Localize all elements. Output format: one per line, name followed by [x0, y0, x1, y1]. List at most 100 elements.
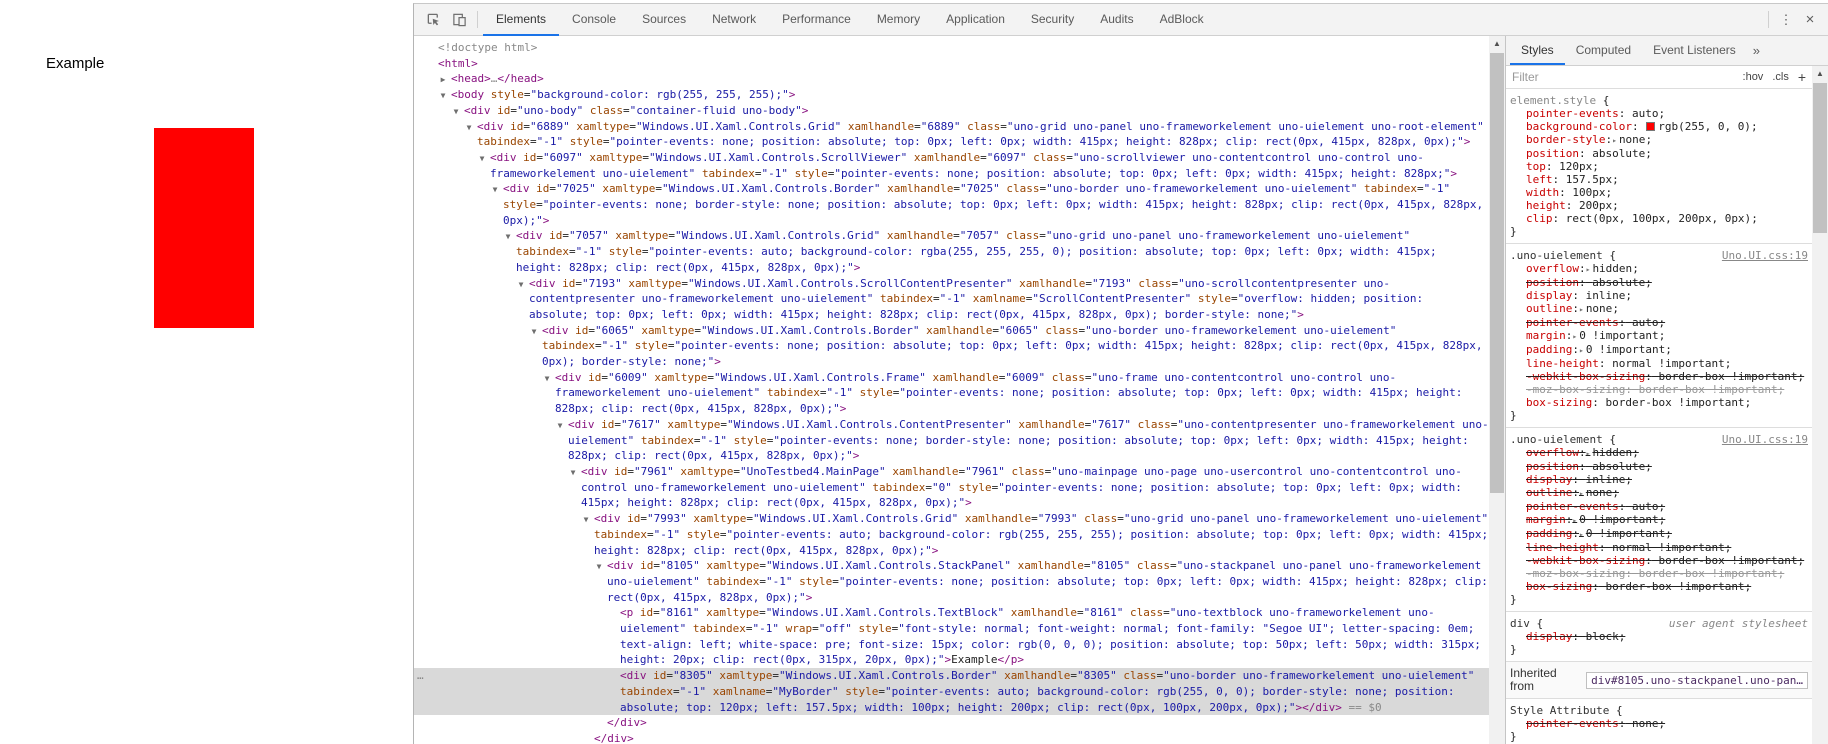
collapse-arrow-icon[interactable]: ▼ — [554, 418, 566, 434]
tab-network[interactable]: Network — [699, 4, 769, 36]
scroll-up-icon[interactable]: ▲ — [1812, 66, 1828, 81]
expand-arrow-icon[interactable]: ▶ — [437, 72, 449, 88]
dom-tree-node[interactable]: <div id="7057" xamltype="Windows.UI.Xaml… — [414, 228, 1489, 275]
dom-tree-node[interactable]: <div id="7961" xamltype="UnoTestbed4.Mai… — [414, 464, 1489, 511]
tab-application[interactable]: Application — [933, 4, 1018, 36]
dom-tree-node[interactable]: <head>…</head> ▶ — [414, 71, 1489, 87]
toggle-pseudo-state-button[interactable]: :hov — [1743, 71, 1764, 83]
collapse-arrow-icon[interactable]: ▼ — [541, 371, 553, 387]
dom-tree-node[interactable]: <div id="6009" xamltype="Windows.UI.Xaml… — [414, 370, 1489, 417]
tab-memory[interactable]: Memory — [864, 4, 933, 36]
tab-styles[interactable]: Styles — [1510, 36, 1565, 65]
node-options-dots-icon[interactable]: … — [417, 668, 425, 684]
scroll-up-icon[interactable]: ▲ — [1489, 36, 1505, 51]
expand-shorthand-icon[interactable]: ▸ — [1579, 305, 1584, 314]
css-property[interactable]: -moz-box-sizing: border-box !important; — [1510, 383, 1808, 396]
tab-adblock[interactable]: AdBlock — [1147, 4, 1217, 36]
dom-tree-node[interactable]: <div id="8105" xamltype="Windows.UI.Xaml… — [414, 558, 1489, 605]
expand-shorthand-icon[interactable]: ▸ — [1579, 346, 1584, 355]
collapse-arrow-icon[interactable]: ▼ — [593, 559, 605, 575]
device-toolbar-icon[interactable] — [446, 7, 472, 33]
inherited-node-link[interactable]: div#8105.uno-stackpanel.uno-pan… — [1586, 671, 1808, 689]
css-property[interactable]: pointer-events: auto; — [1510, 316, 1808, 329]
expand-shorthand-icon[interactable]: ▸ — [1579, 489, 1584, 498]
expand-shorthand-icon[interactable]: ▸ — [1579, 530, 1584, 539]
dom-tree-node[interactable]: <div id="7193" xamltype="Windows.UI.Xaml… — [414, 276, 1489, 323]
dom-tree-node[interactable]: <body style="background-color: rgb(255, … — [414, 87, 1489, 103]
tab-elements[interactable]: Elements — [483, 4, 560, 36]
css-property[interactable]: top: 120px; — [1510, 160, 1808, 173]
tab-event-listeners[interactable]: Event Listeners — [1642, 36, 1747, 65]
customize-menu-icon[interactable]: ⋮ — [1774, 8, 1798, 32]
css-property[interactable]: left: 157.5px; — [1510, 173, 1808, 186]
css-property[interactable]: line-height: normal !important; — [1510, 357, 1808, 370]
collapse-arrow-icon[interactable]: ▼ — [528, 324, 540, 340]
sidebar-more-tabs-icon[interactable]: » — [1747, 43, 1766, 58]
color-swatch[interactable] — [1646, 122, 1656, 131]
expand-shorthand-icon[interactable]: ▸ — [1572, 516, 1577, 525]
expand-shorthand-icon[interactable]: ▸ — [1586, 449, 1591, 458]
dom-tree-node-selected[interactable]: <div id="8305" xamltype="Windows.UI.Xaml… — [414, 668, 1489, 716]
css-property[interactable]: height: 200px; — [1510, 199, 1808, 212]
css-property[interactable]: overflow:▸ hidden; — [1510, 446, 1808, 460]
dom-tree-node[interactable]: <div id="7993" xamltype="Windows.UI.Xaml… — [414, 511, 1489, 558]
collapse-arrow-icon[interactable]: ▼ — [515, 277, 527, 293]
css-property[interactable]: pointer-events: auto; — [1510, 107, 1808, 120]
css-property[interactable]: display: inline; — [1510, 473, 1808, 486]
css-property[interactable]: pointer-events: auto; — [1510, 500, 1808, 513]
expand-shorthand-icon[interactable]: ▸ — [1572, 332, 1577, 341]
tab-sources[interactable]: Sources — [629, 4, 699, 36]
collapse-arrow-icon[interactable]: ▼ — [476, 151, 488, 167]
css-property[interactable]: position: absolute; — [1510, 276, 1808, 289]
dom-tree-node[interactable]: </div> — [414, 731, 1489, 744]
close-devtools-icon[interactable]: × — [1798, 8, 1822, 32]
styles-filter-input[interactable] — [1506, 66, 1688, 88]
css-property[interactable]: position: absolute; — [1510, 460, 1808, 473]
tab-performance[interactable]: Performance — [769, 4, 864, 36]
css-property[interactable]: position: absolute; — [1510, 147, 1808, 160]
dom-tree-node[interactable]: <div id="uno-body" class="container-flui… — [414, 103, 1489, 119]
expand-shorthand-icon[interactable]: ▸ — [1586, 265, 1591, 274]
collapse-arrow-icon[interactable]: ▼ — [489, 182, 501, 198]
elements-scrollbar[interactable]: ▲ — [1489, 36, 1505, 744]
dom-tree-node[interactable]: <div id="6097" xamltype="Windows.UI.Xaml… — [414, 150, 1489, 181]
dom-tree-node[interactable]: <div id="7025" xamltype="Windows.UI.Xaml… — [414, 181, 1489, 228]
css-property[interactable]: outline:▸ none; — [1510, 486, 1808, 500]
inspect-element-icon[interactable] — [420, 7, 446, 33]
dom-tree-node[interactable]: <p id="8161" xamltype="Windows.UI.Xaml.C… — [414, 605, 1489, 668]
css-property[interactable]: margin:▸ 0 !important; — [1510, 513, 1808, 527]
scrollbar-thumb[interactable] — [1490, 53, 1504, 493]
tab-computed[interactable]: Computed — [1565, 36, 1642, 65]
css-property[interactable]: -webkit-box-sizing: border-box !importan… — [1510, 554, 1808, 567]
css-property[interactable]: box-sizing: border-box !important; — [1510, 580, 1808, 593]
dom-tree-node[interactable]: <div id="6065" xamltype="Windows.UI.Xaml… — [414, 323, 1489, 370]
css-property[interactable]: outline:▸ none; — [1510, 302, 1808, 316]
css-property[interactable]: box-sizing: border-box !important; — [1510, 396, 1808, 409]
collapse-arrow-icon[interactable]: ▼ — [502, 229, 514, 245]
scrollbar-thumb[interactable] — [1813, 83, 1827, 233]
css-property[interactable]: line-height: normal !important; — [1510, 541, 1808, 554]
tab-audits[interactable]: Audits — [1087, 4, 1146, 36]
collapse-arrow-icon[interactable]: ▼ — [463, 120, 475, 136]
sidebar-scrollbar[interactable]: ▲ — [1812, 66, 1828, 744]
css-property[interactable]: margin:▸ 0 !important; — [1510, 329, 1808, 343]
dom-tree-node[interactable]: <!doctype html> — [414, 40, 1489, 56]
css-property[interactable]: background-color: rgb(255, 0, 0); — [1510, 120, 1808, 133]
css-property[interactable]: -webkit-box-sizing: border-box !importan… — [1510, 370, 1808, 383]
collapse-arrow-icon[interactable]: ▼ — [437, 88, 449, 104]
stylesheet-link[interactable]: Uno.UI.css:19 — [1722, 249, 1808, 262]
new-style-rule-button[interactable]: + — [1798, 69, 1806, 85]
collapse-arrow-icon[interactable]: ▼ — [450, 104, 462, 120]
css-property[interactable]: padding:▸ 0 !important; — [1510, 343, 1808, 357]
css-property[interactable]: pointer-events: none; — [1510, 717, 1808, 730]
stylesheet-link[interactable]: Uno.UI.css:19 — [1722, 433, 1808, 446]
css-property[interactable]: clip: rect(0px, 100px, 200px, 0px); — [1510, 212, 1808, 225]
css-property[interactable]: width: 100px; — [1510, 186, 1808, 199]
expand-shorthand-icon[interactable]: ▸ — [1612, 136, 1617, 145]
toggle-class-button[interactable]: .cls — [1772, 71, 1789, 83]
dom-tree-node[interactable]: </div> — [414, 715, 1489, 731]
css-property[interactable]: border-style:▸ none; — [1510, 133, 1808, 147]
css-property[interactable]: display: block; — [1510, 630, 1808, 643]
collapse-arrow-icon[interactable]: ▼ — [580, 512, 592, 528]
collapse-arrow-icon[interactable]: ▼ — [567, 465, 579, 481]
